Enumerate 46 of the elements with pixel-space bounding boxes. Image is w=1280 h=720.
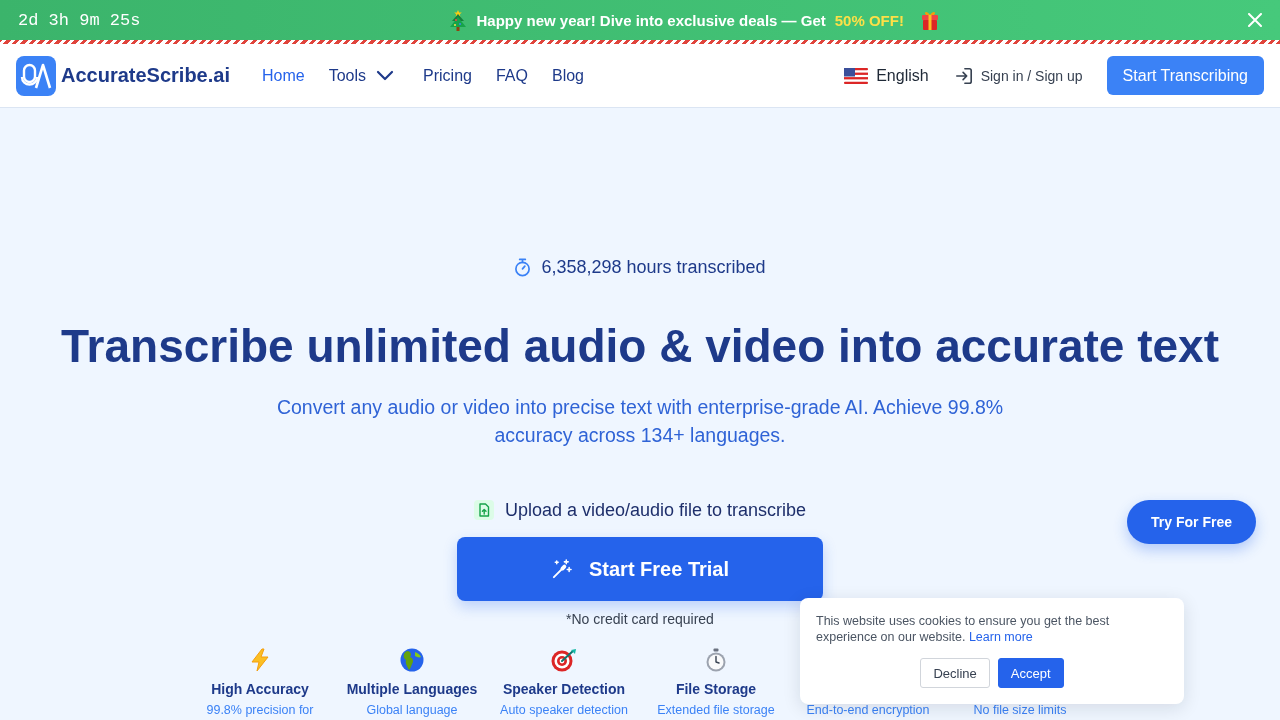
feature-title: Multiple Languages	[346, 680, 478, 699]
feature-description: Auto speaker detection	[500, 702, 628, 718]
sign-in-link[interactable]: Sign in / Sign up	[954, 66, 1083, 85]
no-credit-card-note: *No credit card required	[566, 610, 714, 629]
upload-prompt: Upload a video/audio file to transcribe	[504, 499, 807, 521]
hours-transcribed-text: 6,358,298 hours transcribed	[541, 256, 766, 278]
logo-icon[interactable]	[16, 55, 56, 96]
feature-description: No file size limits	[973, 702, 1067, 718]
cookie-message: This website uses cookies to ensure you get the best experience on our website. Learn more	[816, 613, 1111, 645]
promo-text: Happy new year! Dive into exclusive deals — Get	[476, 11, 826, 29]
nav-link[interactable]: FAQ	[495, 66, 528, 85]
nav-link[interactable]: Blog	[551, 66, 584, 85]
feature-description: 99.8% precision for	[206, 702, 314, 718]
discount-text: 50% OFF!	[834, 11, 904, 29]
feature-title: Speaker Detection	[502, 680, 626, 699]
close-button[interactable]	[1248, 13, 1262, 27]
us-flag-icon	[844, 67, 869, 84]
hero-title: Transcribe unlimited audio & video into accurate text	[61, 319, 1219, 374]
decline-button[interactable]: Decline	[920, 658, 990, 688]
feature-title: High Accuracy	[211, 680, 309, 699]
nav-link[interactable]: Pricing	[423, 66, 472, 85]
dartboard-icon	[551, 648, 577, 672]
file-upload-icon	[473, 500, 494, 520]
try-for-free-button[interactable]: Try For Free	[1127, 500, 1256, 544]
brand-name[interactable]: AccurateScribe.ai	[61, 64, 230, 87]
feature-title: File Storage	[675, 680, 757, 699]
close-icon	[1248, 13, 1262, 27]
nav-link[interactable]: Home	[262, 66, 305, 85]
sign-in-icon	[954, 66, 973, 85]
countdown-timer: 2d 3h 9m 25s	[18, 10, 141, 30]
language-selector[interactable]: English	[844, 66, 929, 85]
start-transcribing-button[interactable]: Start Transcribing	[1106, 56, 1264, 95]
learn-more-link[interactable]: Learn more	[968, 630, 1033, 644]
feature-description: Global language	[366, 702, 458, 718]
gift-icon	[919, 10, 940, 30]
stopwatch-icon	[704, 648, 728, 672]
christmas-tree-icon	[448, 9, 469, 31]
feature-description: End-to-end encryption	[806, 702, 930, 718]
hero-subtitle: Convert any audio or video into precise text with enterprise-grade AI. Achieve 99.8% accuracy across 134+ languages.	[275, 395, 1005, 448]
nav-link[interactable]: Tools	[328, 66, 400, 85]
stopwatch-icon	[514, 257, 532, 277]
feature-description: Extended file storage	[657, 702, 775, 718]
magic-wand-icon	[550, 558, 572, 580]
accept-button[interactable]: Accept	[997, 658, 1064, 688]
globe-icon	[400, 648, 424, 672]
start-free-trial-button[interactable]: Start Free Trial	[457, 537, 823, 601]
